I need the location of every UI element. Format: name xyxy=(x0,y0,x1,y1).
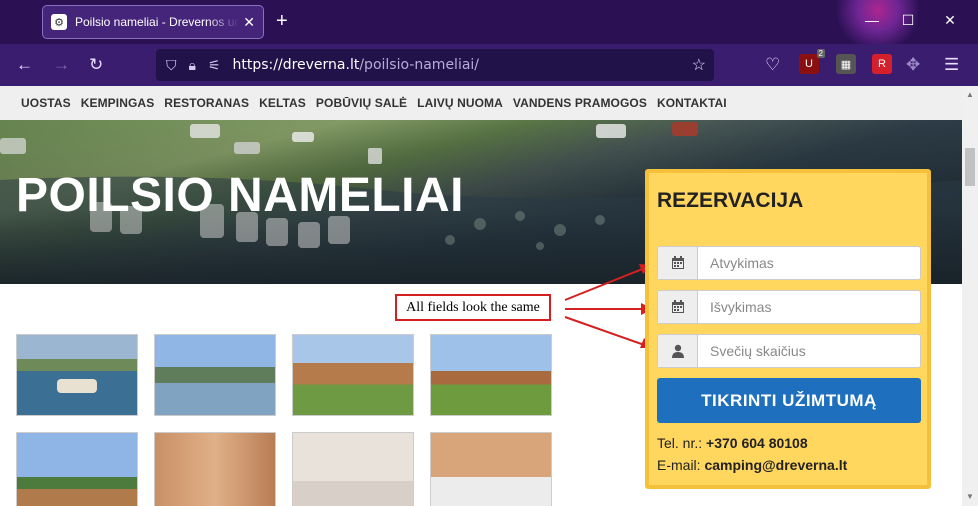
guests-count-input[interactable] xyxy=(698,336,920,366)
tab-title: Poilsio nameliai - Drevernos uostas xyxy=(75,15,240,29)
bookmark-star-icon[interactable]: ☆ xyxy=(692,55,706,75)
gallery-thumb-bedroom-white[interactable] xyxy=(292,432,414,506)
shield-icon[interactable]: ⛉ xyxy=(166,57,177,74)
address-bar[interactable]: ⛉ 🔒︎ ⚟ https://dreverna.lt/poilsio-namel… xyxy=(156,49,714,81)
scrollbar-thumb[interactable] xyxy=(965,148,975,186)
browser-tab-bar: ⚙ Poilsio nameliai - Drevernos uostas ✕ … xyxy=(0,0,978,44)
hamburger-menu-icon[interactable]: ☰ xyxy=(944,55,959,75)
forward-arrow-icon[interactable]: → xyxy=(53,55,70,75)
maximize-icon[interactable]: ☐ xyxy=(898,12,918,29)
extension-grid-icon[interactable]: ▦ xyxy=(836,54,856,74)
arrival-date-input[interactable] xyxy=(698,248,920,278)
nav-item-kontaktai[interactable]: KONTAKTAI xyxy=(657,96,727,110)
gallery-thumb-kitchen[interactable] xyxy=(154,432,276,506)
reservation-title: REZERVACIJA xyxy=(657,189,804,212)
gallery-thumb-cabins-lake[interactable] xyxy=(292,334,414,416)
annotation-callout: All fields look the same xyxy=(395,294,551,321)
contact-phone: Tel. nr.: +370 604 80108 xyxy=(657,435,808,451)
nav-item-uostas[interactable]: UOSTAS xyxy=(21,96,71,110)
extension-badge: 2 xyxy=(816,49,825,58)
site-main-nav: UOSTAS KEMPINGAS RESTORANAS KELTAS POBŪV… xyxy=(0,86,962,120)
nav-item-kempingas[interactable]: KEMPINGAS xyxy=(81,96,155,110)
phone-label: Tel. nr.: xyxy=(657,435,703,451)
calendar-icon xyxy=(658,247,698,279)
permissions-icon[interactable]: ⚟ xyxy=(208,57,221,74)
extension-red-icon[interactable]: R xyxy=(872,54,892,74)
gallery-thumb-marina[interactable] xyxy=(154,334,276,416)
phone-number[interactable]: +370 604 80108 xyxy=(706,435,808,451)
gallery-thumb-harbor[interactable] xyxy=(16,334,138,416)
gallery-thumb-tower[interactable] xyxy=(16,432,138,506)
check-availability-button[interactable]: TIKRINTI UŽIMTUMĄ xyxy=(657,378,921,423)
guests-count-field[interactable] xyxy=(657,334,921,368)
arrow-to-guests-field xyxy=(564,316,651,348)
calendar-icon xyxy=(658,291,698,323)
user-icon xyxy=(658,335,698,367)
reload-icon[interactable]: ↻ xyxy=(89,55,103,75)
ublock-extension-icon[interactable]: U2 xyxy=(799,49,825,74)
gallery-thumb-cabins-field[interactable] xyxy=(430,334,552,416)
contact-email: E-mail: camping@dreverna.lt xyxy=(657,457,847,473)
departure-date-input[interactable] xyxy=(698,292,920,322)
reservation-card: REZERVACIJA TIKRINTI UŽIMTUMĄ Tel. nr.: … xyxy=(645,169,931,489)
arrival-date-field[interactable] xyxy=(657,246,921,280)
departure-date-field[interactable] xyxy=(657,290,921,324)
page-scrollbar[interactable]: ▲ ▼ xyxy=(962,86,978,506)
lock-icon[interactable]: 🔒︎ xyxy=(189,57,196,74)
nav-item-restoranas[interactable]: RESTORANAS xyxy=(164,96,249,110)
scroll-down-icon[interactable]: ▼ xyxy=(966,492,974,501)
url-text[interactable]: https://dreverna.lt/poilsio-nameliai/ xyxy=(233,57,480,73)
email-label: E-mail: xyxy=(657,457,701,473)
window-close-icon[interactable]: ✕ xyxy=(940,12,960,29)
browser-tab[interactable]: ⚙ Poilsio nameliai - Drevernos uostas ✕ xyxy=(42,5,264,39)
nav-item-keltas[interactable]: KELTAS xyxy=(259,96,306,110)
tab-close-icon[interactable]: ✕ xyxy=(243,14,255,31)
gallery-thumb-bedroom-wood[interactable] xyxy=(430,432,552,506)
url-domain: https://dreverna.lt xyxy=(232,57,360,73)
extension-move-icon[interactable]: ✥ xyxy=(906,55,920,75)
new-tab-icon[interactable]: + xyxy=(276,10,288,32)
back-arrow-icon[interactable]: ← xyxy=(16,55,33,75)
browser-toolbar: ← → ↻ ⛉ 🔒︎ ⚟ https://dreverna.lt/poilsio… xyxy=(0,44,978,86)
nav-item-laivu-nuoma[interactable]: LAIVŲ NUOMA xyxy=(417,96,503,110)
minimize-icon[interactable]: — xyxy=(862,12,882,28)
site-favicon-icon: ⚙ xyxy=(51,14,67,30)
page-title: POILSIO NAMELIAI xyxy=(16,169,465,222)
scroll-up-icon[interactable]: ▲ xyxy=(966,90,974,99)
pocket-icon[interactable]: ♡ xyxy=(765,55,780,75)
nav-item-vandens-pramogos[interactable]: VANDENS PRAMOGOS xyxy=(513,96,647,110)
nav-item-pobuviu-sale[interactable]: POBŪVIŲ SALĖ xyxy=(316,96,407,110)
url-path: /poilsio-nameliai/ xyxy=(359,57,480,73)
email-address[interactable]: camping@dreverna.lt xyxy=(704,457,847,473)
